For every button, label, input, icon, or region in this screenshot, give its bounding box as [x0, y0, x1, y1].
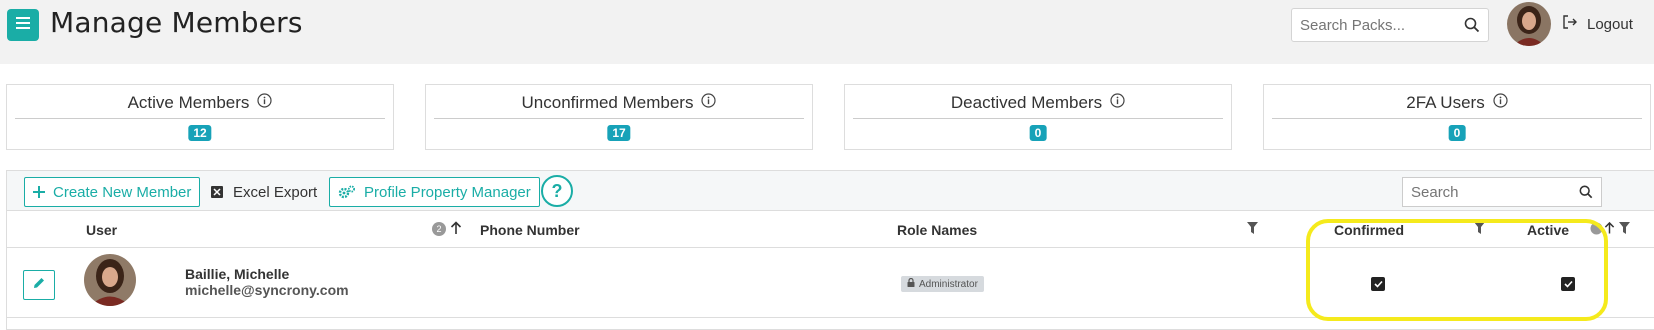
info-icon[interactable] — [1110, 93, 1125, 113]
profile-property-manager-button[interactable]: Profile Property Manager — [329, 177, 540, 207]
sort-asc-icon[interactable] — [1604, 221, 1615, 240]
gears-icon — [338, 185, 356, 199]
stat-card-deactived-members: Deactived Members 0 — [844, 84, 1232, 150]
stat-count-badge: 17 — [607, 125, 631, 141]
grid-toolbar: Create New Member Excel Export Profile P… — [7, 171, 1654, 211]
excel-icon — [211, 186, 223, 198]
divider — [434, 118, 804, 119]
stat-count-badge: 12 — [188, 125, 212, 141]
stat-card-unconfirmed-members: Unconfirmed Members 17 — [425, 84, 813, 150]
column-header-user[interactable]: User — [86, 222, 117, 238]
logout-link[interactable]: Logout — [1563, 15, 1633, 33]
user-name: Baillie, Michelle — [185, 266, 290, 282]
stat-label: Active Members — [127, 93, 250, 112]
column-header-confirmed[interactable]: Confirmed — [1334, 222, 1404, 238]
divider — [1272, 118, 1642, 119]
sort-asc-icon[interactable] — [450, 221, 462, 240]
column-header-role-names[interactable]: Role Names — [897, 222, 977, 238]
pencil-icon — [32, 276, 46, 295]
search-icon[interactable] — [1579, 185, 1593, 204]
grid-search-box — [1402, 177, 1602, 207]
help-button[interactable]: ? — [541, 175, 573, 207]
avatar — [84, 254, 136, 306]
stat-count-badge: 0 — [1448, 125, 1466, 141]
profile-property-manager-label: Profile Property Manager — [364, 183, 531, 201]
confirmed-checkbox[interactable] — [1371, 277, 1385, 291]
stat-card-active-members: Active Members 12 — [6, 84, 394, 150]
search-packs-box — [1291, 8, 1489, 42]
divider — [15, 118, 385, 119]
create-new-member-button[interactable]: Create New Member — [24, 177, 201, 207]
search-packs-input[interactable] — [1292, 9, 1452, 41]
stat-label: 2FA Users — [1406, 93, 1485, 112]
members-grid: Create New Member Excel Export Profile P… — [6, 170, 1654, 330]
table-row: Baillie, Michelle michelle@syncrony.com … — [7, 248, 1654, 318]
search-icon[interactable] — [1464, 17, 1480, 38]
stat-count-badge: 0 — [1029, 125, 1047, 141]
checkmark-icon — [1563, 275, 1573, 293]
info-icon — [1590, 222, 1603, 240]
logout-icon — [1563, 15, 1577, 33]
user-email: michelle@syncrony.com — [185, 282, 349, 298]
user-avatar[interactable] — [1507, 2, 1551, 46]
active-checkbox[interactable] — [1561, 277, 1575, 291]
grid-header-row: User 2 Phone Number Role Names Confirmed… — [7, 211, 1654, 248]
checkmark-icon — [1373, 275, 1383, 293]
hamburger-icon — [16, 16, 30, 34]
stat-card-2fa-users: 2FA Users 0 — [1263, 84, 1651, 150]
role-label: Administrator — [919, 278, 978, 290]
create-new-member-label: Create New Member — [53, 183, 192, 201]
column-header-phone[interactable]: Phone Number — [480, 222, 580, 238]
page-title: Manage Members — [50, 6, 303, 39]
plus-icon — [33, 186, 45, 198]
info-icon[interactable] — [701, 93, 717, 113]
filter-icon[interactable] — [1247, 221, 1258, 239]
stat-label: Unconfirmed Members — [521, 93, 694, 112]
grid-search-input[interactable] — [1403, 178, 1573, 206]
role-badge: Administrator — [901, 276, 984, 292]
stat-label: Deactived Members — [950, 93, 1103, 112]
filter-icon[interactable] — [1474, 221, 1485, 239]
logout-label: Logout — [1587, 15, 1633, 33]
sort-order-badge: 2 — [432, 222, 446, 236]
menu-button[interactable] — [7, 9, 39, 41]
filter-icon[interactable] — [1619, 221, 1630, 239]
edit-button[interactable] — [23, 270, 55, 300]
column-header-active[interactable]: Active — [1527, 222, 1569, 238]
info-icon[interactable] — [257, 93, 273, 113]
excel-export-button[interactable]: Excel Export — [211, 177, 317, 207]
top-bar: Manage Members Logout — [0, 0, 1654, 64]
divider — [853, 118, 1223, 119]
excel-export-label: Excel Export — [233, 183, 318, 201]
lock-icon — [907, 277, 915, 290]
info-icon[interactable] — [1493, 93, 1508, 113]
